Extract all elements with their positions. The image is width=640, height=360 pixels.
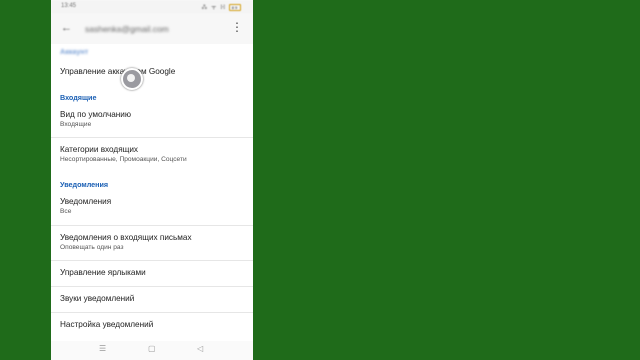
network-icon: ℍ — [220, 5, 227, 11]
touch-indicator — [121, 68, 143, 90]
battery-icon: 89 — [229, 3, 241, 11]
inbox-categories-value: Несортированные, Промоакции, Соцсети — [60, 156, 187, 163]
account-email: sashenka@gmail.com — [85, 24, 169, 34]
manage-account-label: Управление аккаунтом Google — [60, 67, 176, 76]
system-nav-bar: ☰ ▢ ◁ — [51, 341, 253, 360]
more-vert-icon[interactable]: ⋮ — [231, 21, 243, 33]
section-header-notifications: Уведомления — [60, 180, 109, 189]
app-bar: ← sashenka@gmail.com ⋮ — [51, 14, 253, 44]
notification-sounds-label: Звуки уведомлений — [60, 294, 135, 303]
default-view-item[interactable]: Вид по умолчанию Входящие — [51, 104, 253, 136]
manage-labels-label: Управление ярлыками — [60, 268, 146, 277]
home-icon[interactable]: ▢ — [148, 344, 156, 353]
section-header-account: Аккаунт — [60, 47, 89, 56]
signal-icon: ⁂ ᯤ — [201, 5, 218, 11]
manage-account-item[interactable]: Управление аккаунтом Google — [51, 58, 253, 86]
arrow-back-icon[interactable]: ← — [61, 22, 72, 34]
status-time: 13:45 — [61, 3, 77, 9]
section-header-inbox: Входящие — [60, 93, 97, 102]
inbox-categories-item[interactable]: Категории входящих Несортированные, Пром… — [51, 138, 253, 172]
notifications-item[interactable]: Уведомления Все — [51, 190, 253, 225]
default-view-value: Входящие — [60, 121, 92, 128]
manage-labels-item[interactable]: Управление ярлыками — [51, 261, 253, 286]
back-icon[interactable]: ◁ — [197, 344, 203, 353]
recent-apps-icon[interactable]: ☰ — [99, 344, 106, 353]
phone-screen: 13:45 ⁂ ᯤ ℍ 89 ← sashenka@gmail.com ⋮ Ак… — [51, 0, 253, 360]
notification-settings-label: Настройка уведомлений — [60, 320, 154, 329]
inbox-notifications-title: Уведомления о входящих письмах — [60, 233, 192, 242]
status-bar: 13:45 ⁂ ᯤ ℍ 89 — [51, 0, 253, 14]
notifications-value: Все — [60, 208, 72, 215]
default-view-title: Вид по умолчанию — [60, 110, 132, 119]
inbox-notifications-item[interactable]: Уведомления о входящих письмах Оповещать… — [51, 226, 253, 259]
inbox-notifications-value: Оповещать один раз — [60, 244, 124, 251]
notification-settings-item[interactable]: Настройка уведомлений — [51, 313, 253, 339]
notifications-title: Уведомления — [60, 197, 112, 206]
inbox-categories-title: Категории входящих — [60, 145, 139, 154]
status-icons: ⁂ ᯤ ℍ 89 — [201, 3, 241, 11]
notification-sounds-item[interactable]: Звуки уведомлений — [51, 287, 253, 312]
